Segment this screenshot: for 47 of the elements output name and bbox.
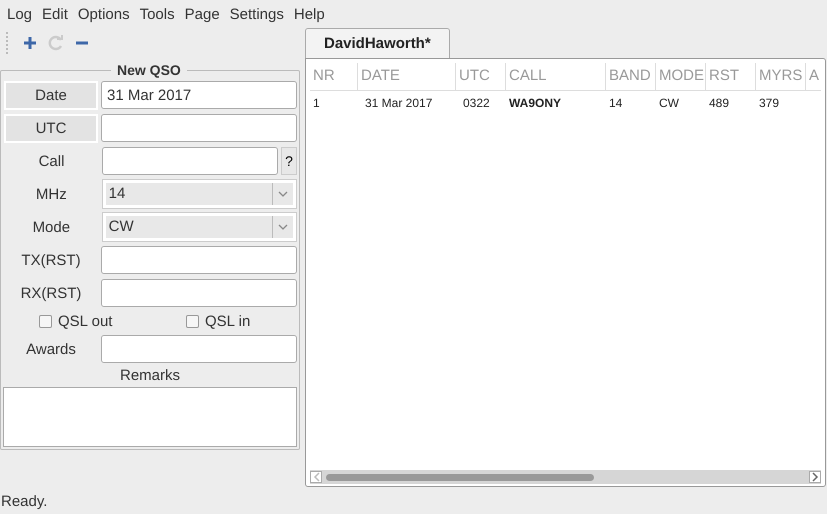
- field-button[interactable]: Date: [5, 82, 97, 108]
- checkbox-label: QSL in: [205, 312, 250, 330]
- table-cell-text: WA9ONY: [508, 95, 562, 112]
- table-cell-text: 1: [312, 95, 321, 112]
- menu-item[interactable]: Settings: [224, 6, 289, 22]
- field-label: Remarks: [120, 366, 180, 386]
- help-button[interactable]: ?: [281, 147, 297, 175]
- scrollbar[interactable]: [310, 470, 821, 484]
- scroll-right-button[interactable]: [809, 471, 821, 483]
- tab[interactable]: DavidHaworth*: [305, 28, 450, 58]
- menu-item[interactable]: Edit: [37, 6, 73, 22]
- input-field[interactable]: [101, 246, 297, 274]
- input-field[interactable]: 31 Mar 2017: [101, 81, 297, 109]
- chevron-down-icon: [278, 224, 288, 230]
- field-button[interactable]: UTC: [5, 114, 97, 142]
- field-label: Call: [38, 152, 66, 170]
- table-cell-text: 379: [758, 95, 780, 112]
- group-title: New QSO: [111, 62, 187, 78]
- field-label: RX(RST): [20, 284, 82, 302]
- input-field[interactable]: [102, 147, 278, 175]
- checkbox[interactable]: [186, 314, 199, 328]
- field-label: Awards: [25, 340, 77, 358]
- dropdown[interactable]: CW: [102, 212, 297, 242]
- menu-item[interactable]: Tools: [134, 6, 180, 22]
- scrollbar-thumb[interactable]: [326, 474, 594, 480]
- field-label: Mode: [32, 218, 72, 236]
- table-cell-text: CW: [658, 95, 680, 112]
- dropdown[interactable]: 14: [102, 179, 297, 209]
- table-cell-text: 0322: [462, 95, 491, 112]
- text-area[interactable]: [3, 387, 297, 447]
- table-cell-text: 31 Mar 2017: [364, 95, 434, 112]
- chevron-down-icon: [278, 191, 288, 197]
- checkbox[interactable]: [39, 314, 52, 328]
- table-cell-text: 14: [608, 95, 624, 112]
- menu-item[interactable]: Help: [288, 6, 330, 22]
- status-text: Ready.: [0, 492, 48, 512]
- table-cell-text: 489: [708, 95, 730, 112]
- input-field[interactable]: [101, 335, 297, 363]
- field-label: TX(RST): [20, 252, 82, 268]
- menu-item[interactable]: Log: [2, 6, 38, 22]
- menu-item[interactable]: Page: [180, 6, 225, 22]
- input-field[interactable]: [101, 114, 297, 142]
- input-field[interactable]: [101, 279, 297, 307]
- field-label: MHz: [34, 186, 68, 202]
- menu-item[interactable]: Options: [72, 6, 135, 22]
- scroll-left-button[interactable]: [310, 471, 322, 483]
- checkbox-label: QSL out: [58, 312, 112, 330]
